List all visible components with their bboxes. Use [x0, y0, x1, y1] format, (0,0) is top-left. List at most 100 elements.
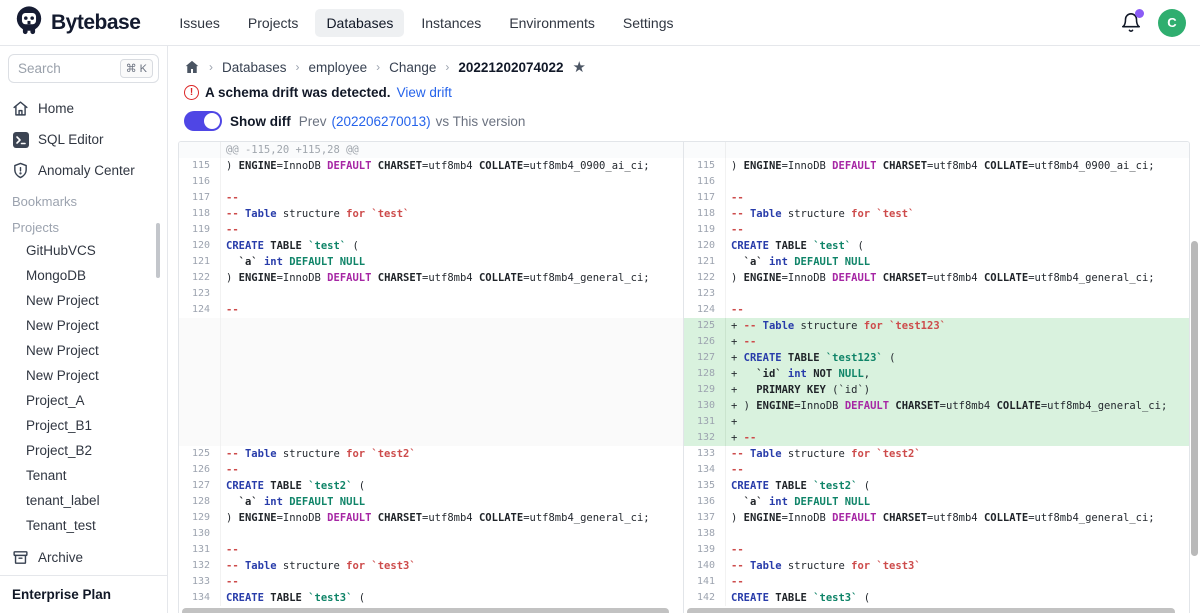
search-box[interactable]: ⌘ K [8, 54, 159, 83]
prev-label: Prev [299, 114, 327, 129]
sidebar-project-new-project[interactable]: New Project [0, 288, 167, 313]
diff-row: 139-- [684, 542, 1189, 558]
line-number: 124 [179, 302, 221, 318]
diff-row: 123 [179, 286, 683, 302]
code-line: ) ENGINE=InnoDB DEFAULT CHARSET=utf8mb4 … [726, 158, 1189, 174]
code-line: -- [726, 302, 1189, 318]
breadcrumb-item-change[interactable]: Change [389, 60, 436, 75]
diff-row-spacer [179, 366, 683, 382]
projects-list: GitHubVCSMongoDBNew ProjectNew ProjectNe… [0, 238, 167, 540]
line-number: 127 [684, 350, 726, 366]
sidebar-scrollbar-thumb[interactable] [156, 223, 160, 278]
code-line: `a` int DEFAULT NULL [221, 494, 683, 510]
sidebar-section-bookmarks: Bookmarks [0, 186, 167, 212]
nav-item-environments[interactable]: Environments [498, 9, 606, 37]
line-number: 138 [684, 526, 726, 542]
bookmark-star-icon[interactable]: ★ [573, 60, 586, 75]
sidebar-item-archive[interactable]: Archive [0, 540, 167, 575]
sidebar-project-project-b1[interactable]: Project_B1 [0, 413, 167, 438]
breadcrumb-separator: › [445, 60, 449, 74]
nav-item-instances[interactable]: Instances [410, 9, 492, 37]
notification-bell-icon[interactable] [1120, 12, 1142, 34]
right-horizontal-scrollbar-thumb[interactable] [687, 608, 1175, 613]
code-line [221, 174, 683, 190]
sidebar-project-githubvcs[interactable]: GitHubVCS [0, 238, 167, 263]
nav-item-projects[interactable]: Projects [237, 9, 310, 37]
sidebar-item-label: Archive [38, 550, 83, 565]
prev-version-link[interactable]: (202206270013) [332, 114, 431, 129]
sidebar-scroll-area: Home SQL Editor Anomaly Center Bookmarks [0, 89, 167, 540]
sidebar-item-sql-editor[interactable]: SQL Editor [0, 124, 167, 155]
nav-right: C [1120, 9, 1186, 37]
line-number [179, 366, 221, 382]
code-line [726, 142, 1189, 158]
line-number: 135 [684, 478, 726, 494]
sidebar-project-tenant[interactable]: Tenant [0, 463, 167, 488]
diff-row-added: 131+ [684, 414, 1189, 430]
line-number [179, 334, 221, 350]
anomaly-center-icon [12, 162, 29, 179]
bytebase-logo[interactable]: Bytebase [14, 5, 140, 40]
sidebar-project-new-project[interactable]: New Project [0, 363, 167, 388]
line-number: 121 [179, 254, 221, 270]
code-line: CREATE TABLE `test3` ( [726, 590, 1189, 606]
code-line: CREATE TABLE `test` ( [221, 238, 683, 254]
line-number: 140 [684, 558, 726, 574]
diff-lines-previous: @@ -115,20 +115,28 @@115) ENGINE=InnoDB … [179, 142, 683, 606]
line-number: 126 [684, 334, 726, 350]
avatar[interactable]: C [1158, 9, 1186, 37]
main-vertical-scrollbar-thumb[interactable] [1191, 241, 1198, 556]
view-drift-link[interactable]: View drift [397, 85, 452, 100]
breadcrumb-item-20221202074022[interactable]: 20221202074022 [458, 60, 563, 75]
sidebar-project-project-a[interactable]: Project_A [0, 388, 167, 413]
code-line: @@ -115,20 +115,28 @@ [221, 142, 683, 158]
diff-row: 120CREATE TABLE `test` ( [684, 238, 1189, 254]
sidebar-project-new-project[interactable]: New Project [0, 313, 167, 338]
notification-dot [1135, 9, 1144, 18]
code-line: `a` int DEFAULT NULL [726, 254, 1189, 270]
diff-hunk-header [684, 142, 1189, 158]
line-number: 115 [684, 158, 726, 174]
diff-row-spacer [179, 334, 683, 350]
code-line: -- [726, 222, 1189, 238]
breadcrumb-separator: › [296, 60, 300, 74]
show-diff-toggle[interactable] [184, 111, 222, 131]
search-shortcut-badge: ⌘ K [120, 59, 153, 78]
code-line [221, 350, 683, 366]
sidebar-item-home[interactable]: Home [0, 93, 167, 124]
line-number: 123 [179, 286, 221, 302]
breadcrumb-item-databases[interactable]: Databases [222, 60, 287, 75]
code-line: -- [221, 574, 683, 590]
sidebar-project-new-project[interactable]: New Project [0, 338, 167, 363]
vs-this-version-label: vs This version [436, 114, 526, 129]
breadcrumb-separator: › [376, 60, 380, 74]
schema-diff-view: @@ -115,20 +115,28 @@115) ENGINE=InnoDB … [178, 141, 1190, 613]
sidebar-project-project-b2[interactable]: Project_B2 [0, 438, 167, 463]
line-number: 118 [179, 206, 221, 222]
nav-item-databases[interactable]: Databases [315, 9, 404, 37]
nav-item-settings[interactable]: Settings [612, 9, 685, 37]
breadcrumb-item-employee[interactable]: employee [309, 60, 368, 75]
sidebar-project-tenant-test[interactable]: Tenant_test [0, 513, 167, 538]
sidebar-project-tenanttidb[interactable]: TenantTiDB [0, 538, 167, 540]
nav-item-issues[interactable]: Issues [168, 9, 230, 37]
diff-row: 121 `a` int DEFAULT NULL [179, 254, 683, 270]
line-number [179, 398, 221, 414]
sidebar-project-mongodb[interactable]: MongoDB [0, 263, 167, 288]
main-content: ›Databases›employee›Change›2022120207402… [168, 46, 1200, 613]
code-line [221, 398, 683, 414]
line-number [179, 350, 221, 366]
code-line: CREATE TABLE `test2` ( [726, 478, 1189, 494]
line-number: 137 [684, 510, 726, 526]
line-number: 117 [179, 190, 221, 206]
code-line: + `id` int NOT NULL, [726, 366, 1189, 382]
search-input[interactable] [18, 61, 116, 76]
sidebar-item-anomaly-center[interactable]: Anomaly Center [0, 155, 167, 186]
diff-row: 127CREATE TABLE `test2` ( [179, 478, 683, 494]
breadcrumb-home-icon[interactable] [184, 59, 200, 75]
code-line: + -- [726, 334, 1189, 350]
left-horizontal-scrollbar-thumb[interactable] [182, 608, 669, 613]
code-line: + -- [726, 430, 1189, 446]
sidebar-project-tenant-label[interactable]: tenant_label [0, 488, 167, 513]
code-line: CREATE TABLE `test2` ( [221, 478, 683, 494]
